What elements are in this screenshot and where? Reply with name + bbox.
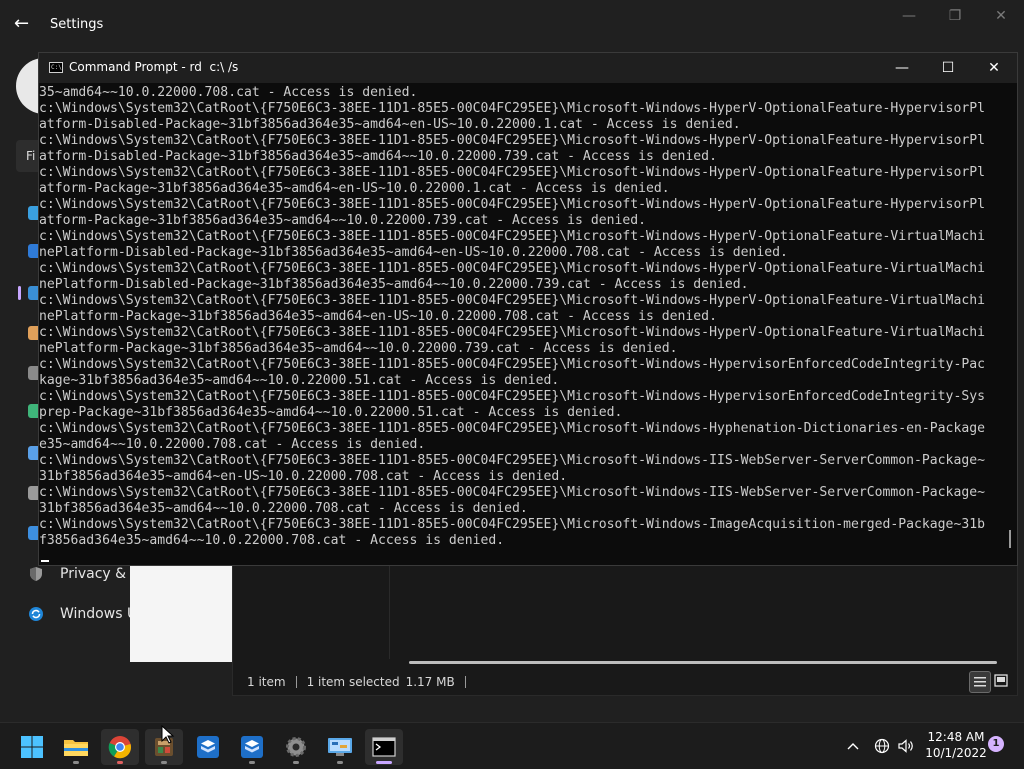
console-line: 31bf3856ad364e35~amd64~~10.0.22000.708.c… xyxy=(39,501,528,516)
language-globe-icon[interactable] xyxy=(872,723,892,769)
pane-divider xyxy=(389,563,390,659)
selected-count: 1 item selected xyxy=(306,675,400,689)
console-output[interactable]: 35~amd64~~10.0.22000.708.cat - Access is… xyxy=(39,85,1001,561)
console-line: atform-Disabled-Package~31bf3856ad364e35… xyxy=(39,117,741,132)
console-line: prep-Package~31bf3856ad364e35~amd64~~10.… xyxy=(39,405,623,420)
cmd-icon: C:\ xyxy=(49,62,63,73)
sidebar-item-label: Privacy & s xyxy=(60,566,138,582)
close-icon[interactable]: ✕ xyxy=(978,8,1024,26)
console-line: c:\Windows\System32\CatRoot\{F750E6C3-38… xyxy=(39,261,985,276)
console-line: c:\Windows\System32\CatRoot\{F750E6C3-38… xyxy=(39,485,985,500)
preview-image xyxy=(130,560,232,662)
cmd-minimize-icon[interactable]: — xyxy=(879,53,925,83)
clock-date: 10/1/2022 xyxy=(925,746,987,760)
running-indicator xyxy=(73,761,79,764)
console-line: nePlatform-Disabled-Package~31bf3856ad36… xyxy=(39,245,788,260)
taskbar-file-explorer[interactable] xyxy=(57,729,95,765)
sidebar-item-label: Windows U xyxy=(60,606,138,622)
console-line: 31bf3856ad364e35~amd64~en-US~10.0.22000.… xyxy=(39,469,568,484)
running-indicator xyxy=(337,761,343,764)
volume-icon[interactable] xyxy=(896,723,916,769)
text-cursor xyxy=(41,560,49,562)
running-indicator xyxy=(293,761,299,764)
settings-gear-icon xyxy=(286,737,306,757)
console-line: c:\Windows\System32\CatRoot\{F750E6C3-38… xyxy=(39,133,985,148)
cmd-maximize-icon[interactable]: ☐ xyxy=(925,53,971,83)
selected-size: 1.17 MB xyxy=(405,675,455,689)
console-line: c:\Windows\System32\CatRoot\{F750E6C3-38… xyxy=(39,165,985,180)
file-explorer-icon xyxy=(64,740,88,756)
cmd-titlebar[interactable]: C:\ Command Prompt - rd c:\ /s — ☐ ✕ xyxy=(39,53,1017,83)
console-line: c:\Windows\System32\CatRoot\{F750E6C3-38… xyxy=(39,229,985,244)
console-line: c:\Windows\System32\CatRoot\{F750E6C3-38… xyxy=(39,421,985,436)
windows-update-icon xyxy=(28,606,44,622)
chrome-icon xyxy=(108,736,132,759)
console-line: c:\Windows\System32\CatRoot\{F750E6C3-38… xyxy=(39,389,985,404)
minimize-icon[interactable]: — xyxy=(886,8,932,26)
control-panel-icon xyxy=(328,738,352,756)
console-line: e35~amd64~~10.0.22000.708.cat - Access i… xyxy=(39,437,426,452)
console-line: nePlatform-Package~31bf3856ad364e35~amd6… xyxy=(39,341,678,356)
console-line: c:\Windows\System32\CatRoot\{F750E6C3-38… xyxy=(39,325,985,340)
vertical-scrollbar[interactable] xyxy=(1009,530,1011,548)
virtualbox-icon xyxy=(197,736,219,758)
console-line: c:\Windows\System32\CatRoot\{F750E6C3-38… xyxy=(39,517,985,532)
status-separator xyxy=(464,676,466,688)
taskbar-control-panel[interactable] xyxy=(321,729,359,765)
taskbar-terminal[interactable] xyxy=(365,729,403,765)
running-indicator xyxy=(161,761,167,764)
start-button[interactable] xyxy=(13,729,51,765)
settings-title: Settings xyxy=(50,17,104,32)
windows-start-icon xyxy=(21,736,43,758)
status-bar: 1 item 1 item selected 1.17 MB xyxy=(247,675,476,689)
active-indicator xyxy=(376,761,392,764)
running-indicator xyxy=(249,761,255,764)
console-line: c:\Windows\System32\CatRoot\{F750E6C3-38… xyxy=(39,357,985,372)
console-line: f3856ad364e35~amd64~~10.0.22000.708.cat … xyxy=(39,533,505,548)
console-line: nePlatform-Package~31bf3856ad364e35~amd6… xyxy=(39,309,717,324)
taskbar: 12:48 AM 10/1/2022 xyxy=(0,722,1024,769)
back-arrow-icon[interactable]: ← xyxy=(14,14,34,34)
tiles-view-icon[interactable] xyxy=(991,671,1011,691)
virtualbox-icon-2 xyxy=(241,736,263,758)
status-separator xyxy=(295,676,297,688)
running-indicator xyxy=(117,761,123,764)
sidebar-item-windows-update[interactable]: Windows U xyxy=(28,606,137,622)
console-line: c:\Windows\System32\CatRoot\{F750E6C3-38… xyxy=(39,293,985,308)
show-hidden-icons-chevron-icon[interactable] xyxy=(842,723,864,769)
command-prompt-window: C:\ Command Prompt - rd c:\ /s — ☐ ✕ 35~… xyxy=(38,52,1018,566)
shield-icon xyxy=(28,566,44,582)
taskbar-chrome[interactable] xyxy=(101,729,139,765)
restore-icon[interactable]: ❐ xyxy=(932,8,978,26)
system-clock[interactable]: 12:48 AM 10/1/2022 xyxy=(920,729,992,761)
details-view-icon[interactable] xyxy=(969,671,991,693)
console-line: kage~31bf3856ad364e35~amd64~~10.0.22000.… xyxy=(39,373,560,388)
console-line: atform-Package~31bf3856ad364e35~amd64~en… xyxy=(39,181,670,196)
console-line: 35~amd64~~10.0.22000.708.cat - Access is… xyxy=(39,85,418,100)
file-explorer-window: 1 item 1 item selected 1.17 MB xyxy=(232,562,1018,696)
console-line: atform-Package~31bf3856ad364e35~amd64~~1… xyxy=(39,213,646,228)
console-line: nePlatform-Disabled-Package~31bf3856ad36… xyxy=(39,277,749,292)
console-line: c:\Windows\System32\CatRoot\{F750E6C3-38… xyxy=(39,197,985,212)
console-line: atform-Disabled-Package~31bf3856ad364e35… xyxy=(39,149,717,164)
item-count: 1 item xyxy=(247,675,286,689)
notification-badge[interactable]: 1 xyxy=(988,736,1004,752)
console-line: c:\Windows\System32\CatRoot\{F750E6C3-38… xyxy=(39,453,985,468)
taskbar-virtualbox[interactable] xyxy=(189,729,227,765)
sidebar-item-privacy[interactable]: Privacy & s xyxy=(28,566,138,582)
terminal-icon xyxy=(372,737,396,757)
clock-time: 12:48 AM xyxy=(927,730,985,744)
horizontal-scrollbar[interactable] xyxy=(409,661,997,664)
taskbar-settings[interactable] xyxy=(277,729,315,765)
cmd-close-icon[interactable]: ✕ xyxy=(971,53,1017,83)
taskbar-virtualbox-2[interactable] xyxy=(233,729,271,765)
cmd-title: Command Prompt - rd c:\ /s xyxy=(69,60,239,74)
console-line: c:\Windows\System32\CatRoot\{F750E6C3-38… xyxy=(39,101,985,116)
selection-indicator xyxy=(18,286,21,300)
